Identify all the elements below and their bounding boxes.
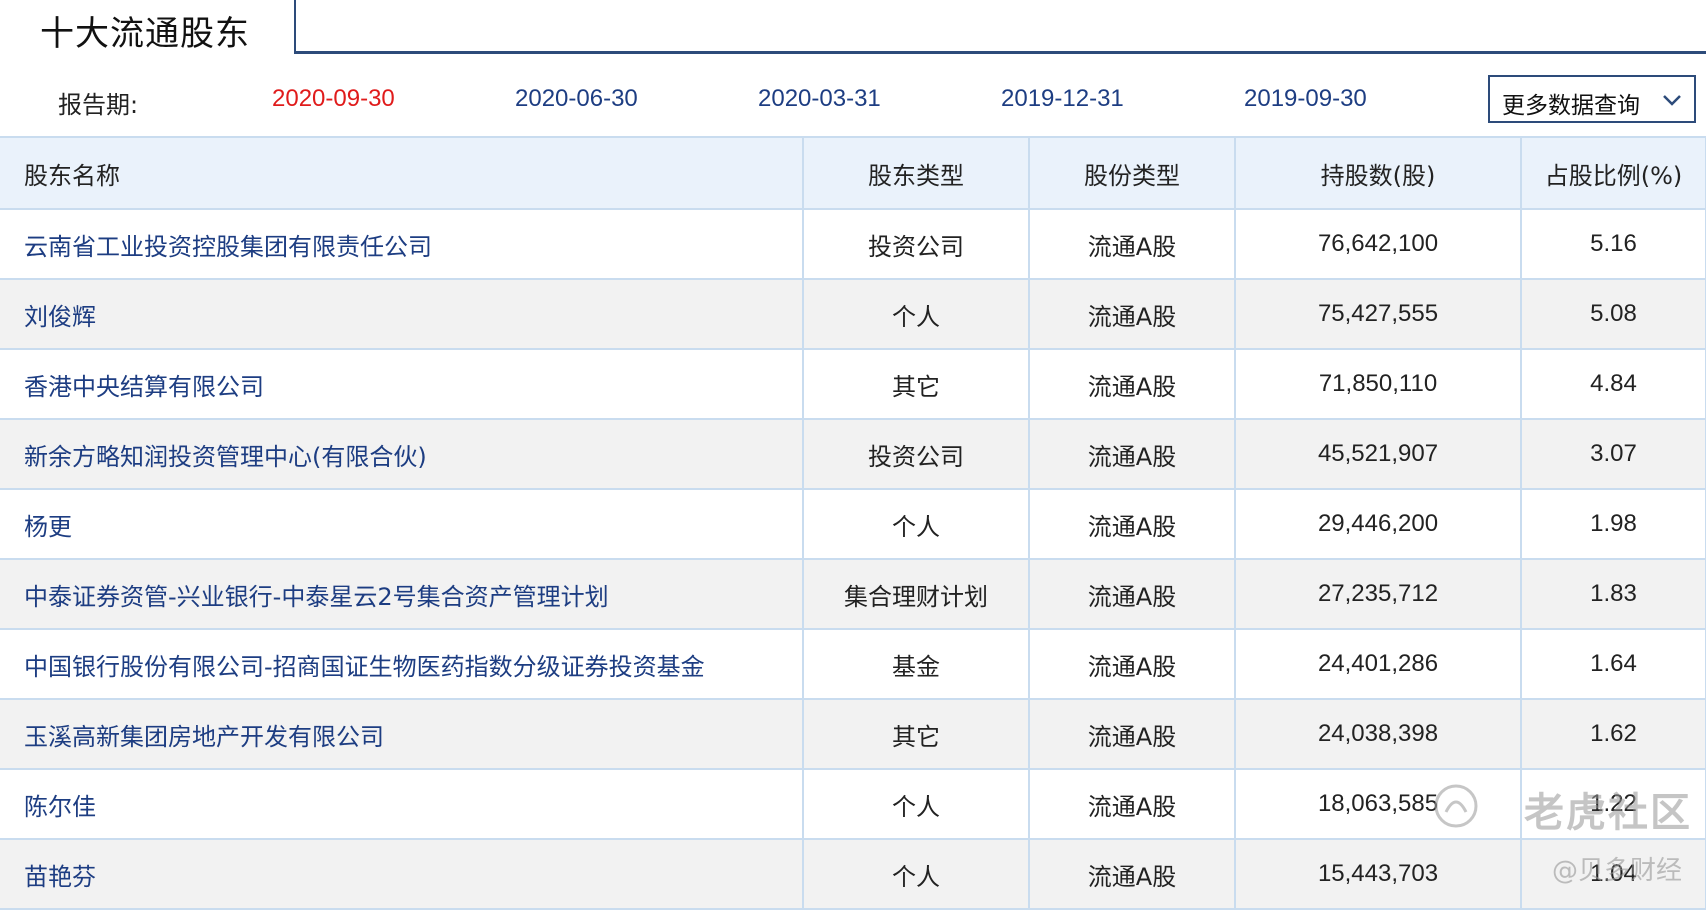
holder-name-link[interactable]: 玉溪高新集团房地产开发有限公司 (0, 699, 804, 770)
period-link-2019-09-30[interactable]: 2019-09-30 (1244, 85, 1367, 113)
shares-cell: 24,401,286 (1235, 629, 1522, 700)
table-row: 苗艳芬 个人 流通A股 15,443,703 1.04 (0, 839, 1706, 910)
shares-cell: 76,642,100 (1235, 209, 1522, 280)
period-link-2020-03-31[interactable]: 2020-03-31 (758, 85, 881, 113)
share-type-cell: 流通A股 (1029, 699, 1236, 770)
more-data-query-select[interactable]: 更多数据查询 (1488, 75, 1696, 123)
shares-cell: 45,521,907 (1235, 419, 1522, 490)
share-type-cell: 流通A股 (1029, 349, 1236, 420)
holder-name-link[interactable]: 中泰证券资管-兴业银行-中泰星云2号集合资产管理计划 (0, 559, 804, 630)
period-link-2020-09-30[interactable]: 2020-09-30 (272, 85, 395, 113)
holder-name-link[interactable]: 杨更 (0, 489, 804, 560)
table-row: 云南省工业投资控股集团有限责任公司 投资公司 流通A股 76,642,100 5… (0, 209, 1706, 280)
share-type-cell: 流通A股 (1029, 839, 1236, 910)
col-header-share-type: 股份类型 (1029, 136, 1236, 210)
share-type-cell: 流通A股 (1029, 629, 1236, 700)
table-row: 中泰证券资管-兴业银行-中泰星云2号集合资产管理计划 集合理财计划 流通A股 2… (0, 559, 1706, 630)
holder-type-cell: 其它 (803, 349, 1030, 420)
shares-cell: 71,850,110 (1235, 349, 1522, 420)
watermark-author: @贝多财经 (1551, 856, 1682, 886)
ratio-cell: 5.16 (1521, 209, 1706, 280)
holder-type-cell: 个人 (803, 769, 1030, 840)
holder-type-cell: 个人 (803, 839, 1030, 910)
ratio-cell: 1.64 (1521, 629, 1706, 700)
holder-type-cell: 个人 (803, 489, 1030, 560)
holder-type-cell: 投资公司 (803, 209, 1030, 280)
share-type-cell: 流通A股 (1029, 279, 1236, 350)
share-type-cell: 流通A股 (1029, 769, 1236, 840)
table-row: 杨更 个人 流通A股 29,446,200 1.98 (0, 489, 1706, 560)
ratio-cell: 1.83 (1521, 559, 1706, 630)
col-header-holder-type: 股东类型 (803, 136, 1030, 210)
col-header-holder-name: 股东名称 (0, 136, 804, 210)
shares-cell: 27,235,712 (1235, 559, 1522, 630)
holder-name-link[interactable]: 香港中央结算有限公司 (0, 349, 804, 420)
holder-name-link[interactable]: 新余方略知润投资管理中心(有限合伙) (0, 419, 804, 490)
table-row: 新余方略知润投资管理中心(有限合伙) 投资公司 流通A股 45,521,907 … (0, 419, 1706, 490)
holder-name-link[interactable]: 陈尔佳 (0, 769, 804, 840)
ratio-cell: 3.07 (1521, 419, 1706, 490)
section-title-tab: 十大流通股东 (0, 0, 296, 54)
table-row: 玉溪高新集团房地产开发有限公司 其它 流通A股 24,038,398 1.62 (0, 699, 1706, 770)
more-data-query-label: 更多数据查询 (1502, 93, 1640, 119)
chevron-down-icon (1663, 95, 1681, 106)
section-title: 十大流通股东 (40, 14, 250, 54)
ratio-cell: 5.08 (1521, 279, 1706, 350)
period-link-2020-06-30[interactable]: 2020-06-30 (515, 85, 638, 113)
col-header-ratio: 占股比例(%) (1521, 136, 1706, 210)
holder-name-link[interactable]: 刘俊辉 (0, 279, 804, 350)
table-row: 香港中央结算有限公司 其它 流通A股 71,850,110 4.84 (0, 349, 1706, 420)
ratio-cell: 1.98 (1521, 489, 1706, 560)
shares-cell: 75,427,555 (1235, 279, 1522, 350)
period-label: 报告期: (58, 91, 139, 119)
holder-type-cell: 基金 (803, 629, 1030, 700)
holder-type-cell: 其它 (803, 699, 1030, 770)
table-header-row: 股东名称 股东类型 股份类型 持股数(股) 占股比例(%) (0, 136, 1706, 210)
table-row: 刘俊辉 个人 流通A股 75,427,555 5.08 (0, 279, 1706, 350)
title-underline (296, 51, 1706, 54)
shares-cell: 29,446,200 (1235, 489, 1522, 560)
ratio-cell: 4.84 (1521, 349, 1706, 420)
ratio-cell: 1.62 (1521, 699, 1706, 770)
share-type-cell: 流通A股 (1029, 489, 1236, 560)
watermark-brand: 老虎社区 (1524, 790, 1692, 836)
report-period-bar: 报告期: 2020-09-30 2020-06-30 2020-03-31 20… (0, 75, 1706, 135)
share-type-cell: 流通A股 (1029, 419, 1236, 490)
holder-name-link[interactable]: 中国银行股份有限公司-招商国证生物医药指数分级证券投资基金 (0, 629, 804, 700)
holder-type-cell: 个人 (803, 279, 1030, 350)
col-header-shares: 持股数(股) (1235, 136, 1522, 210)
shares-cell: 15,443,703 (1235, 839, 1522, 910)
share-type-cell: 流通A股 (1029, 209, 1236, 280)
holder-name-link[interactable]: 云南省工业投资控股集团有限责任公司 (0, 209, 804, 280)
holder-name-link[interactable]: 苗艳芬 (0, 839, 804, 910)
table-row: 中国银行股份有限公司-招商国证生物医药指数分级证券投资基金 基金 流通A股 24… (0, 629, 1706, 700)
holder-type-cell: 集合理财计划 (803, 559, 1030, 630)
tiger-logo-icon (1434, 784, 1478, 828)
shares-cell: 24,038,398 (1235, 699, 1522, 770)
period-link-2019-12-31[interactable]: 2019-12-31 (1001, 85, 1124, 113)
share-type-cell: 流通A股 (1029, 559, 1236, 630)
holder-type-cell: 投资公司 (803, 419, 1030, 490)
